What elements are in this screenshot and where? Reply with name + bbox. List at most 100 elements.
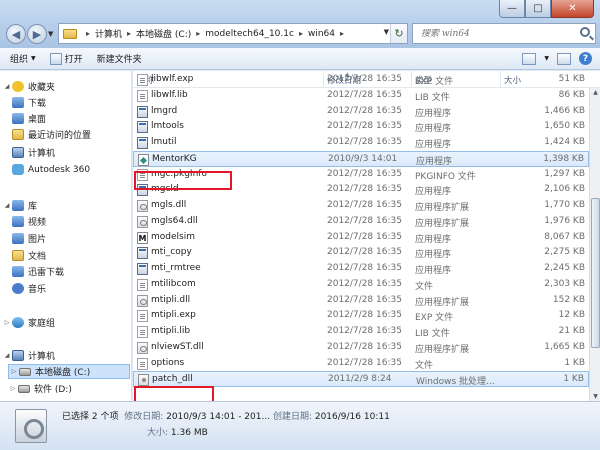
highlight-box-patch-dll bbox=[134, 386, 214, 401]
close-button[interactable]: ✕ bbox=[551, 0, 594, 18]
sidebar-item-computer-fav[interactable]: 计算机 bbox=[12, 145, 55, 160]
file-row[interactable]: libwlf.lib 2012/7/28 16:35 LIB 文件 86 KB bbox=[133, 88, 589, 104]
music-icon bbox=[12, 283, 24, 294]
collapse-icon[interactable]: ◢ bbox=[2, 352, 12, 359]
open-button[interactable]: 打开 bbox=[49, 52, 83, 65]
created-label: 创建日期: bbox=[272, 412, 312, 422]
file-row[interactable]: MentorKG 2010/9/3 14:01 应用程序 1,398 KB bbox=[133, 150, 589, 167]
expand-icon[interactable]: ▷ bbox=[2, 319, 12, 326]
file-name: modelsim bbox=[151, 231, 195, 242]
file-size: 152 KB bbox=[552, 294, 585, 305]
help-icon[interactable]: ? bbox=[579, 52, 592, 65]
sidebar-item-music[interactable]: 音乐 bbox=[12, 281, 46, 296]
new-folder-button[interactable]: 新建文件夹 bbox=[97, 52, 142, 65]
file-row[interactable]: nlviewST.dll 2012/7/28 16:35 应用程序扩展 1,665 K… bbox=[133, 340, 589, 356]
sidebar-item-favorites[interactable]: ◢ 收藏夹 bbox=[2, 79, 55, 94]
change-view-button[interactable] bbox=[522, 52, 537, 65]
modified-value: 2010/9/3 14:01 - 201... bbox=[166, 412, 271, 422]
file-size: 1,770 KB bbox=[544, 200, 585, 210]
sidebar-item-recent[interactable]: 最近访问的位置 bbox=[12, 127, 91, 142]
scroll-up-icon[interactable]: ▲ bbox=[591, 88, 600, 97]
forward-button[interactable]: ▶ bbox=[27, 24, 47, 44]
file-row[interactable]: mti_rmtree 2012/7/28 16:35 应用程序 2,245 KB bbox=[133, 261, 589, 277]
breadcrumb-separator[interactable]: ▸ bbox=[299, 29, 303, 38]
breadcrumb-separator[interactable]: ▸ bbox=[196, 29, 200, 38]
file-row[interactable]: mtipli.exp 2012/7/28 16:35 EXP 文件 12 KB bbox=[133, 308, 589, 324]
breadcrumb-separator[interactable]: ▸ bbox=[340, 29, 344, 38]
file-row[interactable]: Mmodelsim 2012/7/28 16:35 应用程序 8,067 KB bbox=[133, 230, 589, 246]
file-row[interactable]: mgls64.dll 2012/7/28 16:35 应用程序扩展 1,976 KB bbox=[133, 214, 589, 230]
toolbar-right: ▼ ? bbox=[522, 52, 592, 65]
scrollbar-thumb[interactable] bbox=[591, 198, 600, 348]
sidebar-item-desktop[interactable]: 桌面 bbox=[12, 111, 46, 126]
breadcrumb-separator[interactable]: ▸ bbox=[127, 29, 131, 38]
sidebar-item-local-disk-c[interactable]: ▷ 本地磁盘 (C:) bbox=[8, 364, 130, 379]
sidebar-item-drive-d[interactable]: ▷ 软件 (D:) bbox=[8, 381, 72, 396]
file-row[interactable]: mtipli.lib 2012/7/28 16:35 LIB 文件 21 KB bbox=[133, 324, 589, 340]
search-box[interactable] bbox=[412, 23, 596, 44]
preview-pane-button[interactable] bbox=[557, 52, 571, 65]
collapse-icon[interactable]: ◢ bbox=[2, 202, 12, 209]
address-bar[interactable]: ▸ 计算机 ▸ 本地磁盘 (C:) ▸ modeltech64_10.1c ▸ … bbox=[58, 23, 408, 44]
sidebar-item-documents[interactable]: 文档 bbox=[12, 248, 46, 263]
sidebar-item-libraries[interactable]: ◢ 库 bbox=[2, 198, 37, 213]
exe-file-icon bbox=[137, 137, 148, 149]
expand-icon[interactable]: ▷ bbox=[8, 385, 18, 392]
picture-icon bbox=[12, 233, 24, 244]
file-row[interactable]: libwlf.exp 2012/7/28 16:35 EXP 文件 51 KB bbox=[133, 72, 589, 88]
file-date: 2012/7/28 16:35 bbox=[327, 200, 402, 210]
file-row[interactable]: options 2012/7/28 16:35 文件 1 KB bbox=[133, 356, 589, 372]
file-type: 应用程序 bbox=[415, 140, 452, 150]
address-dropdown[interactable]: ▼ bbox=[384, 28, 389, 36]
vertical-scrollbar[interactable]: ▲ ▼ bbox=[589, 88, 600, 401]
back-arrow-icon: ◀ bbox=[11, 27, 21, 41]
file-name: nlviewST.dll bbox=[151, 341, 204, 352]
breadcrumb-local-disk[interactable]: 本地磁盘 (C:) bbox=[136, 27, 191, 40]
search-icon[interactable] bbox=[580, 27, 590, 37]
search-input[interactable] bbox=[421, 28, 571, 39]
sidebar-item-pictures[interactable]: 图片 bbox=[12, 231, 46, 246]
breadcrumb-modeltech[interactable]: modeltech64_10.1c bbox=[205, 29, 294, 39]
file-row[interactable]: mtipli.dll 2012/7/28 16:35 应用程序扩展 152 KB bbox=[133, 293, 589, 309]
scroll-down-icon[interactable]: ▼ bbox=[591, 392, 600, 401]
open-icon bbox=[49, 52, 62, 65]
file-row[interactable]: lmutil 2012/7/28 16:35 应用程序 1,424 KB bbox=[133, 135, 589, 151]
file-size: 2,303 KB bbox=[544, 278, 585, 289]
back-button[interactable]: ◀ bbox=[6, 24, 26, 44]
minimize-button[interactable]: — bbox=[499, 0, 525, 18]
file-row[interactable]: mgls.dll 2012/7/28 16:35 应用程序扩展 1,770 KB bbox=[133, 198, 589, 214]
sidebar-item-label: Autodesk 360 bbox=[28, 164, 91, 175]
document-icon bbox=[12, 250, 24, 261]
file-size: 1,665 KB bbox=[544, 341, 585, 352]
view-dropdown-icon[interactable]: ▼ bbox=[544, 55, 549, 62]
breadcrumb-win64[interactable]: win64 bbox=[308, 29, 335, 39]
sidebar-item-thunder[interactable]: 迅雷下载 bbox=[12, 264, 64, 279]
cloud-icon bbox=[12, 164, 24, 175]
sidebar-item-downloads[interactable]: 下载 bbox=[12, 95, 46, 110]
file-row[interactable]: mtilibcom 2012/7/28 16:35 文件 2,303 KB bbox=[133, 277, 589, 293]
breadcrumb-computer[interactable]: 计算机 bbox=[95, 27, 122, 40]
sidebar-item-videos[interactable]: 视频 bbox=[12, 214, 46, 229]
file-type: 应用程序扩展 bbox=[415, 297, 470, 308]
refresh-button[interactable]: ↻ bbox=[390, 24, 407, 43]
file-row[interactable]: lmgrd 2012/7/28 16:35 应用程序 1,466 KB bbox=[133, 104, 589, 120]
maximize-button[interactable]: □ bbox=[525, 0, 551, 18]
organize-button[interactable]: 组织 ▼ bbox=[10, 52, 36, 65]
expand-icon[interactable]: ▷ bbox=[9, 368, 19, 375]
sidebar-item-homegroup[interactable]: ▷ 家庭组 bbox=[2, 315, 55, 330]
collapse-icon[interactable]: ◢ bbox=[2, 83, 12, 90]
breadcrumb-separator[interactable]: ▸ bbox=[86, 29, 90, 38]
mentor-file-icon bbox=[138, 153, 149, 166]
file-row[interactable]: mti_copy 2012/7/28 16:35 应用程序 2,275 KB bbox=[133, 245, 589, 261]
file-date: 2012/7/28 16:35 bbox=[327, 278, 402, 289]
file-date: 2012/7/28 16:35 bbox=[327, 326, 402, 336]
desktop-icon bbox=[12, 113, 24, 124]
details-line-2: 大小: 1.36 MB bbox=[147, 425, 208, 438]
recent-pages-dropdown[interactable]: ▼ bbox=[48, 30, 53, 38]
computer-icon bbox=[12, 350, 24, 361]
file-row[interactable]: patch_dll 2011/2/9 8:24 Windows 批处理... 1 KB bbox=[133, 371, 589, 388]
sidebar-item-computer[interactable]: ◢ 计算机 bbox=[2, 348, 55, 363]
file-row[interactable]: lmtools 2012/7/28 16:35 应用程序 1,650 KB bbox=[133, 119, 589, 135]
sidebar-item-autodesk[interactable]: Autodesk 360 bbox=[12, 162, 90, 177]
sidebar-item-label: 最近访问的位置 bbox=[28, 131, 92, 141]
